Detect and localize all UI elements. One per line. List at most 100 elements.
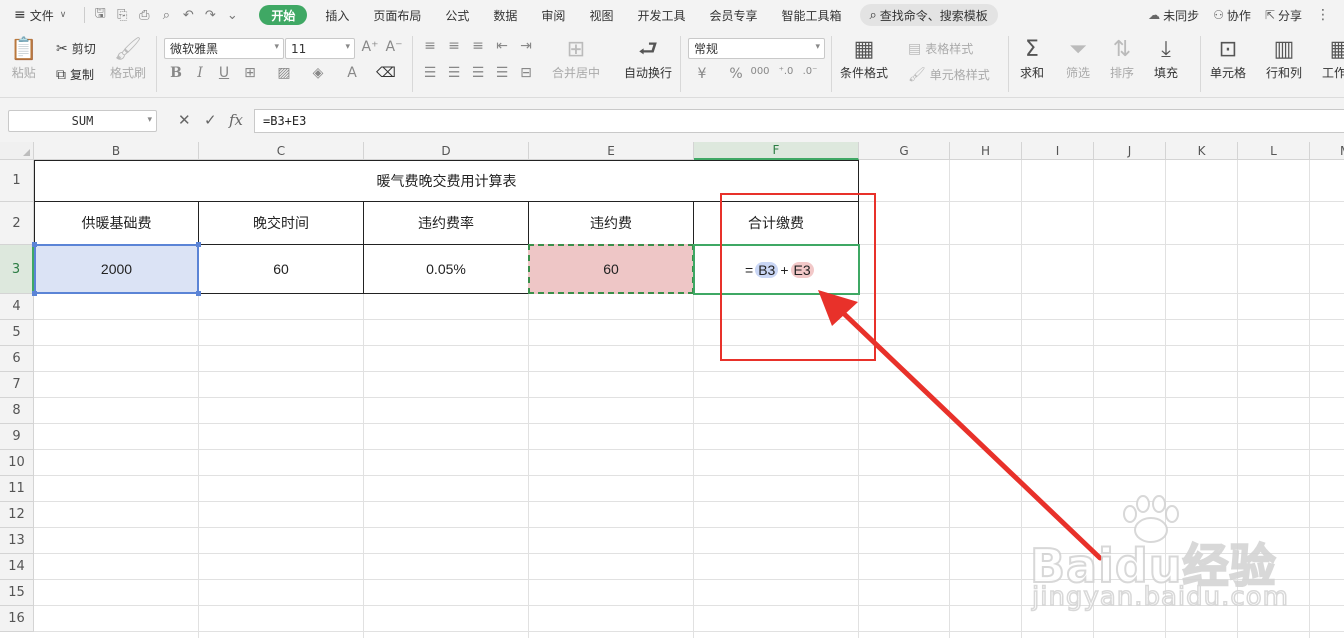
row-header-16[interactable]: 16 — [0, 606, 34, 632]
merge-center-button[interactable]: ⊞ 合并居中 — [552, 36, 600, 81]
justify-icon[interactable]: ☰ — [492, 65, 512, 81]
column-header-c[interactable]: C — [199, 142, 364, 160]
decrease-decimal-icon[interactable]: .0⁻ — [800, 66, 820, 77]
tab-insert[interactable]: 插入 — [313, 0, 361, 30]
align-right-icon[interactable]: ☰ — [468, 65, 488, 81]
format-painter-button[interactable]: 🖌 格式刷 — [110, 36, 146, 81]
row-header-1[interactable]: 1 — [0, 160, 34, 202]
row-header-4[interactable]: 4 — [0, 294, 34, 320]
row-header-3[interactable]: 3 — [0, 245, 34, 294]
header-cell-penalty-rate[interactable]: 违约费率 — [363, 201, 529, 245]
command-search[interactable]: ⌕ 查找命令、搜索模板 — [859, 4, 998, 26]
align-middle-icon[interactable]: ≡ — [444, 38, 464, 54]
percent-icon[interactable]: % — [726, 66, 746, 82]
fill-pattern-icon[interactable]: ▨ — [274, 65, 294, 81]
export-icon[interactable]: ⎘ — [111, 4, 133, 26]
font-name-select[interactable]: 微软雅黑 ▾ — [164, 38, 284, 59]
print-icon[interactable]: ⎙ — [133, 4, 155, 26]
row-header-8[interactable]: 8 — [0, 398, 34, 424]
cell-style-button[interactable]: 🖌 单元格样式 — [908, 66, 990, 83]
print-preview-icon[interactable]: ⌕ — [155, 4, 177, 26]
decrease-font-icon[interactable]: A⁻ — [384, 39, 404, 55]
underline-icon[interactable]: U — [214, 65, 234, 81]
cell-button[interactable]: ⊡ 单元格 — [1210, 36, 1246, 81]
tab-data[interactable]: 数据 — [481, 0, 529, 30]
column-header-i[interactable]: I — [1022, 142, 1094, 160]
table-style-button[interactable]: ▤ 表格样式 — [908, 40, 973, 57]
wrap-text-button[interactable]: ⮐ 自动换行 — [624, 36, 672, 81]
redo-icon[interactable]: ↷ — [199, 4, 221, 26]
column-header-b[interactable]: B — [34, 142, 199, 160]
tab-smart-toolbox[interactable]: 智能工具箱 — [769, 0, 853, 30]
sync-status[interactable]: ☁ 未同步 — [1148, 7, 1199, 24]
share-button[interactable]: ⇱ 分享 — [1265, 7, 1302, 24]
resize-handle[interactable] — [196, 242, 201, 247]
tab-view[interactable]: 视图 — [577, 0, 625, 30]
fill-button[interactable]: ⤓ 填充 — [1154, 36, 1178, 81]
indent-increase-icon[interactable]: ⇥ — [516, 38, 536, 54]
increase-decimal-icon[interactable]: ⁺.0 — [776, 66, 796, 77]
currency-icon[interactable]: ¥ — [692, 66, 712, 82]
indent-decrease-icon[interactable]: ⇤ — [492, 38, 512, 54]
distributed-icon[interactable]: ⊟ — [516, 65, 536, 81]
column-header-k[interactable]: K — [1166, 142, 1238, 160]
bold-icon[interactable]: B — [166, 65, 186, 81]
row-header-10[interactable]: 10 — [0, 450, 34, 476]
worksheet-button[interactable]: ▦ 工作表 — [1322, 36, 1344, 81]
row-header-7[interactable]: 7 — [0, 372, 34, 398]
name-box[interactable]: SUM ▾ — [8, 110, 157, 132]
cell-e3[interactable]: 60 — [528, 244, 694, 294]
insert-function-icon[interactable]: fx — [229, 111, 243, 129]
column-header-j[interactable]: J — [1094, 142, 1166, 160]
save-icon[interactable]: 🖫 — [89, 4, 111, 26]
confirm-icon[interactable]: ✓ — [204, 111, 217, 129]
row-header-2[interactable]: 2 — [0, 202, 34, 245]
tab-page-layout[interactable]: 页面布局 — [361, 0, 433, 30]
font-size-select[interactable]: 11 ▾ — [285, 38, 355, 59]
row-header-6[interactable]: 6 — [0, 346, 34, 372]
tab-home[interactable]: 开始 — [259, 5, 308, 25]
tab-review[interactable]: 审阅 — [529, 0, 577, 30]
tab-developer[interactable]: 开发工具 — [625, 0, 697, 30]
resize-handle[interactable] — [32, 291, 37, 296]
column-header-g[interactable]: G — [859, 142, 950, 160]
eraser-icon[interactable]: ⌫ — [376, 65, 396, 81]
column-header-m[interactable]: M — [1310, 142, 1344, 160]
row-header-11[interactable]: 11 — [0, 476, 34, 502]
cell-c3[interactable]: 60 — [198, 244, 364, 294]
paste-button[interactable]: 📋 粘贴 — [10, 36, 37, 81]
select-all-corner[interactable] — [0, 142, 34, 160]
tab-member[interactable]: 会员专享 — [697, 0, 769, 30]
column-header-h[interactable]: H — [950, 142, 1022, 160]
column-header-d[interactable]: D — [364, 142, 529, 160]
number-format-select[interactable]: 常规 ▾ — [688, 38, 825, 59]
filter-button[interactable]: ⏷ 筛选 — [1066, 36, 1090, 81]
copy-button[interactable]: ⧉ 复制 — [56, 66, 94, 83]
undo-icon[interactable]: ↶ — [177, 4, 199, 26]
italic-icon[interactable]: I — [190, 65, 210, 81]
align-center-icon[interactable]: ☰ — [444, 65, 464, 81]
collaborate-button[interactable]: ⚇ 协作 — [1213, 7, 1251, 24]
file-menu[interactable]: ≡ 文件 ∨ — [14, 7, 66, 24]
column-header-e[interactable]: E — [529, 142, 694, 160]
row-header-9[interactable]: 9 — [0, 424, 34, 450]
cell-b3[interactable]: 2000 — [34, 244, 199, 294]
header-cell-late-time[interactable]: 晚交时间 — [198, 201, 364, 245]
row-header-12[interactable]: 12 — [0, 502, 34, 528]
column-header-l[interactable]: L — [1238, 142, 1310, 160]
header-cell-base-fee[interactable]: 供暖基础费 — [34, 201, 199, 245]
border-icon[interactable]: ⊞ — [240, 65, 260, 81]
sum-button[interactable]: Σ 求和 — [1020, 36, 1044, 81]
align-bottom-icon[interactable]: ≡ — [468, 38, 488, 54]
font-color-icon[interactable]: A — [342, 65, 362, 81]
row-header-15[interactable]: 15 — [0, 580, 34, 606]
row-header-14[interactable]: 14 — [0, 554, 34, 580]
fill-color-icon[interactable]: ◈ — [308, 65, 328, 81]
align-left-icon[interactable]: ☰ — [420, 65, 440, 81]
increase-font-icon[interactable]: A⁺ — [360, 39, 380, 55]
resize-handle[interactable] — [196, 291, 201, 296]
thousands-icon[interactable]: 000 — [750, 66, 770, 77]
row-header-13[interactable]: 13 — [0, 528, 34, 554]
formula-input[interactable]: =B3+E3 — [254, 109, 1344, 133]
more-icon[interactable]: ⋮ — [1316, 7, 1330, 23]
